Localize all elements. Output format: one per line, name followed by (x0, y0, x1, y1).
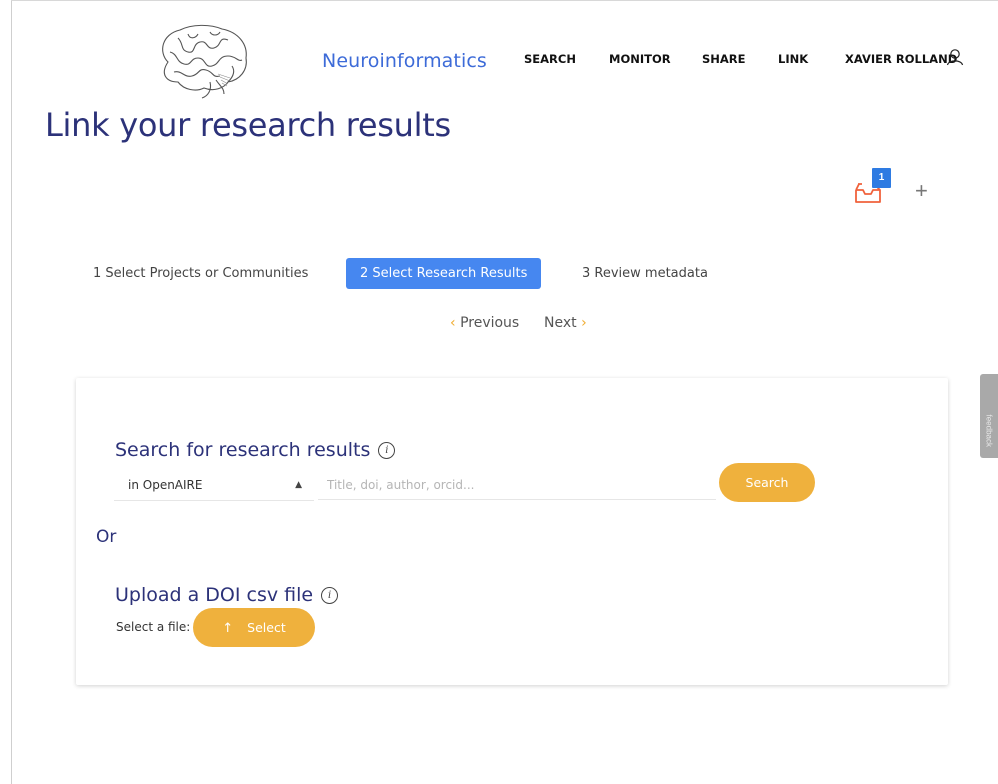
nav-share[interactable]: SHARE (702, 52, 746, 66)
next-label: Next (544, 315, 577, 331)
step-select-projects[interactable]: 1 Select Projects or Communities (93, 258, 308, 289)
info-icon[interactable]: i (321, 587, 339, 604)
user-icon[interactable] (946, 48, 964, 66)
brain-logo-icon[interactable] (148, 22, 252, 100)
next-button[interactable]: Next › (544, 315, 587, 331)
or-label: Or (96, 527, 117, 547)
step-select-research-results[interactable]: 2 Select Research Results (346, 258, 542, 289)
page-title: Link your research results (45, 106, 451, 144)
frame-top-border (11, 0, 998, 1)
search-input[interactable] (318, 470, 716, 500)
upload-arrow-icon: ↑ (222, 621, 234, 636)
file-label: Select a file: (116, 620, 191, 634)
search-section-title: Search for research results i (115, 439, 396, 461)
plus-icon[interactable]: + (915, 178, 928, 204)
basket-count-badge: 1 (872, 168, 891, 188)
step-review-metadata[interactable]: 3 Review metadata (582, 258, 708, 289)
select-file-button[interactable]: ↑ Select (193, 608, 315, 647)
nav-link[interactable]: LINK (778, 52, 808, 66)
upload-section-title: Upload a DOI csv file i (115, 584, 339, 606)
search-button[interactable]: Search (719, 463, 815, 502)
select-caret-icon: ▲ (295, 480, 302, 490)
feedback-label: feedback (984, 414, 994, 447)
select-file-label: Select (247, 620, 286, 635)
feedback-tab[interactable]: feedback (980, 374, 998, 458)
chevron-right-icon: › (581, 315, 587, 331)
upload-section-title-text: Upload a DOI csv file (115, 584, 314, 606)
chevron-left-icon: ‹ (450, 315, 456, 331)
nav-monitor[interactable]: MONITOR (609, 52, 671, 66)
previous-button[interactable]: ‹ Previous (450, 315, 519, 331)
previous-label: Previous (460, 315, 520, 331)
brand-name[interactable]: Neuroinformatics (322, 50, 487, 72)
nav-search[interactable]: SEARCH (524, 52, 576, 66)
source-select[interactable]: in OpenAIRE ▲ (114, 470, 314, 501)
frame-left-border (11, 0, 12, 784)
source-select-value: in OpenAIRE (128, 478, 203, 492)
user-name[interactable]: XAVIER ROLLAND (845, 52, 957, 66)
info-icon[interactable]: i (378, 442, 396, 459)
search-section-title-text: Search for research results (115, 439, 371, 461)
